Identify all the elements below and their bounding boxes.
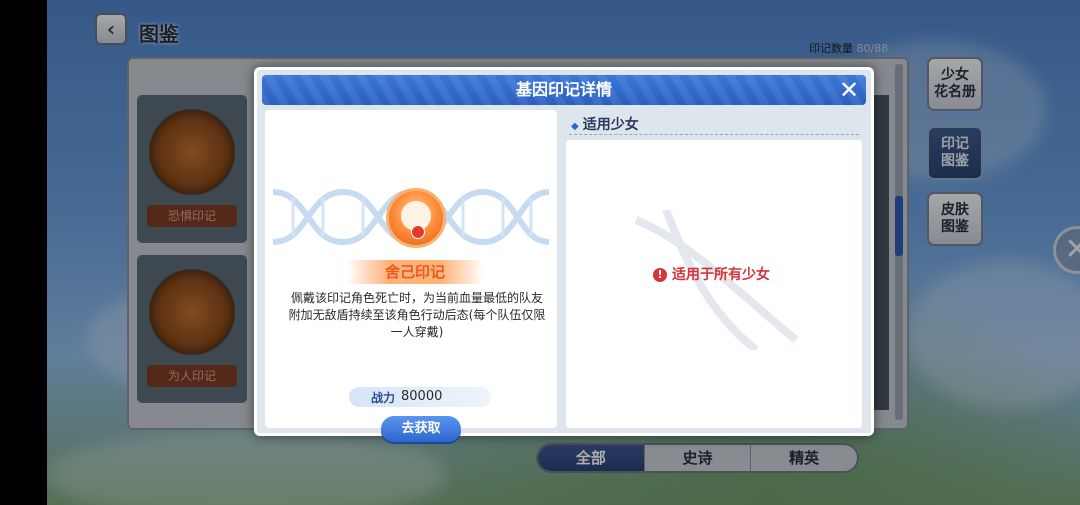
medal-badge-icon: [411, 225, 425, 239]
applies-text: 适用于所有少女: [672, 267, 770, 283]
mark-info-pane: 舍己印记 佩戴该印记角色死亡时，为当前血量最低的队友附加无敌盾持续至该角色行动后…: [265, 110, 557, 442]
medal-icon: [386, 188, 446, 248]
applicable-header-label: 适用少女: [582, 117, 639, 133]
mark-detail-modal: 基因印记详情 ✕ 舍己印记 佩戴该印记角色死亡时，为当前血量最低的队友附加无敌盾…: [254, 67, 874, 442]
close-icon[interactable]: ✕: [837, 78, 861, 102]
modal-header: 基因印记详情 ✕: [262, 75, 866, 105]
power-label: 战力: [371, 391, 396, 405]
applicable-list: [565, 139, 863, 429]
header-divider: [569, 134, 859, 135]
diamond-icon: ◆: [571, 121, 579, 132]
power-value: 80000: [401, 389, 443, 404]
power-display: 战力 80000: [349, 387, 491, 407]
get-button[interactable]: 去获取: [381, 416, 461, 442]
modal-title: 基因印记详情: [515, 80, 612, 99]
mark-name: 舍己印记: [347, 260, 483, 284]
applicable-header: ◆ 适用少女: [571, 114, 639, 134]
mark-description: 佩戴该印记角色死亡时，为当前血量最低的队友附加无敌盾持续至该角色行动后态(每个队…: [288, 291, 546, 339]
warning-icon: !: [653, 268, 667, 282]
applies-all-notice: ! 适用于所有少女: [653, 264, 770, 284]
